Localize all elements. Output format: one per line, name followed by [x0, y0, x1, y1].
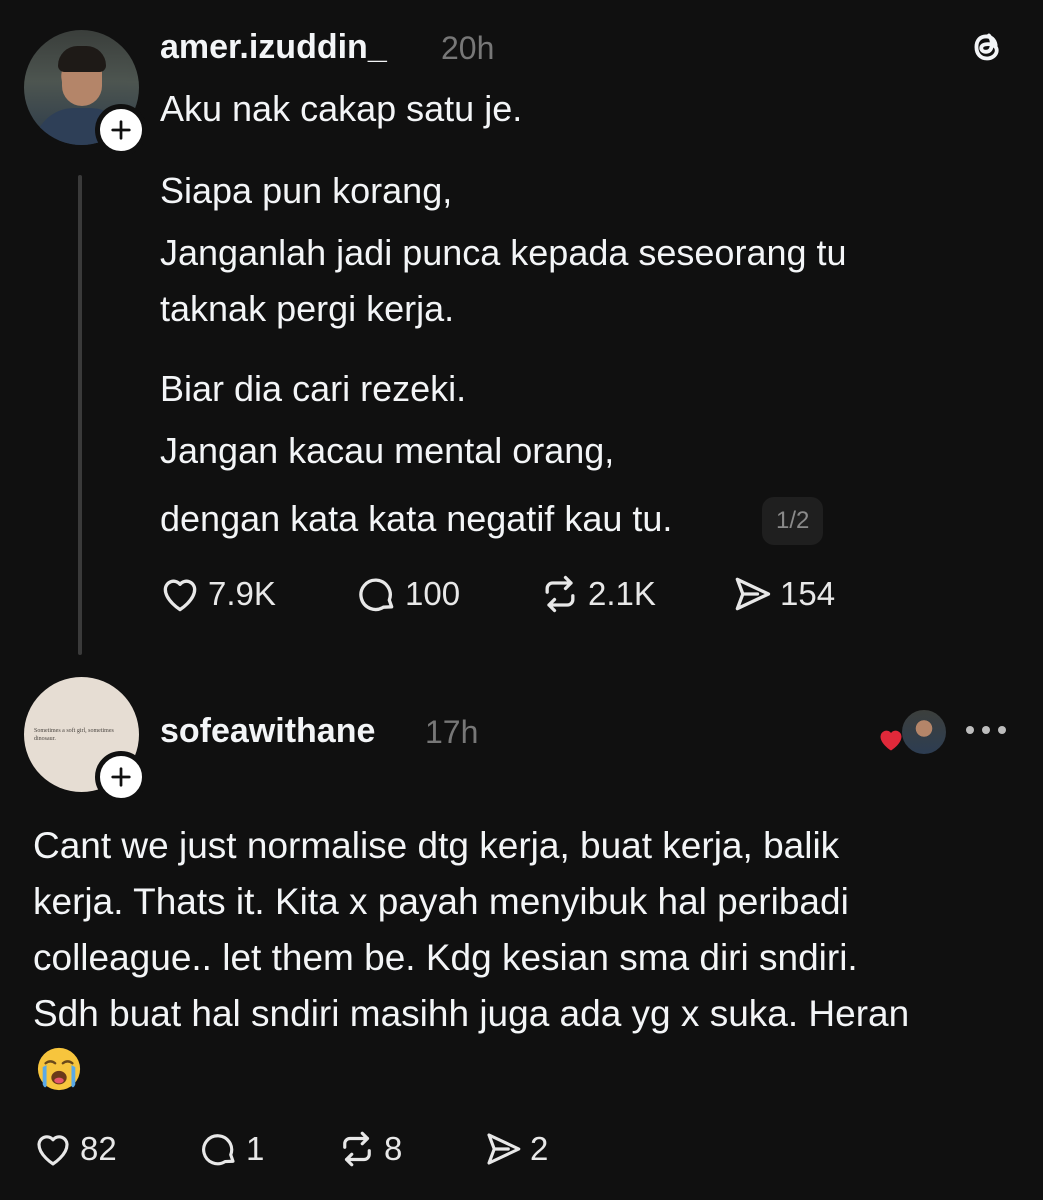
like-count: 7.9K	[208, 575, 276, 612]
reply-like-count: 82	[80, 1130, 117, 1167]
reply-share-count: 2	[530, 1130, 549, 1167]
reply-text-line: colleague.. let them be. Kdg kesian sma …	[33, 937, 858, 978]
post-timestamp: 20h	[441, 30, 495, 66]
share-count: 154	[780, 575, 836, 612]
liked-by-avatar	[900, 708, 948, 756]
reply-repost-button[interactable]: 8	[336, 1128, 402, 1170]
reply-comment-button[interactable]: 1	[198, 1128, 264, 1170]
reply-share-button[interactable]: 2	[482, 1128, 548, 1170]
comment-bubble-icon	[359, 578, 394, 612]
reply-repost-count: 8	[384, 1130, 403, 1167]
repost-count: 2.1K	[588, 575, 656, 612]
heart-icon	[163, 579, 197, 612]
reply-text-line: Cant we just normalise dtg kerja, buat k…	[33, 825, 840, 866]
thread-connector-line	[78, 175, 82, 655]
heart-filled-icon	[880, 730, 902, 751]
more-dots-icon[interactable]	[962, 718, 1010, 742]
reply-text-line: Sdh buat hal sndiri masihh juga ada yg x…	[33, 993, 910, 1034]
page-indicator[interactable]: 1/2	[762, 497, 824, 545]
reply-body: Cant we just normalise dtg kerja, buat k…	[33, 818, 1023, 1042]
share-button[interactable]: 154	[730, 572, 835, 616]
comment-button[interactable]: 100	[355, 572, 460, 616]
post-text-line: taknak pergi kerja.	[160, 288, 455, 329]
post-username[interactable]: amer.izuddin_	[160, 28, 387, 67]
liked-by-author-indicator[interactable]	[876, 708, 948, 756]
comment-count: 100	[405, 575, 461, 612]
heart-icon	[37, 1135, 69, 1166]
like-button[interactable]: 7.9K	[158, 572, 276, 616]
repost-icon	[545, 575, 575, 613]
follow-plus-icon[interactable]	[95, 104, 147, 156]
post-text-line: Aku nak cakap satu je.	[160, 88, 523, 129]
reply-text-line: kerja. Thats it. Kita x payah menyibuk h…	[33, 881, 849, 922]
repost-button[interactable]: 2.1K	[538, 572, 656, 616]
send-icon	[735, 577, 771, 611]
comment-bubble-icon	[202, 1134, 235, 1166]
post-text-line: Jangan kacau mental orang,	[160, 430, 615, 471]
threads-screen: amer.izuddin_ 20h Aku nak cakap satu je.…	[0, 0, 1043, 1200]
reply-timestamp: 17h	[425, 714, 479, 750]
reply-username[interactable]: sofeawithane	[160, 712, 375, 751]
reply-like-button[interactable]: 82	[32, 1128, 117, 1170]
repost-icon	[343, 1131, 371, 1167]
plus-icon	[111, 120, 131, 140]
post-text-line: Siapa pun korang,	[160, 170, 453, 211]
post-text-line: Biar dia cari rezeki.	[160, 368, 467, 409]
follow-plus-icon[interactable]	[95, 751, 147, 803]
reply-comment-count: 1	[246, 1130, 265, 1167]
threads-logo-icon[interactable]	[964, 24, 1010, 70]
loudly-crying-face-icon	[37, 1047, 81, 1091]
send-icon	[487, 1133, 521, 1165]
post-text-line: Janganlah jadi punca kepada seseorang tu	[160, 232, 847, 273]
avatar-caption: Sometimes a soft girl, sometimes dinosau…	[34, 728, 114, 742]
plus-icon	[111, 767, 131, 787]
post-text-line: dengan kata kata negatif kau tu.	[160, 498, 673, 539]
